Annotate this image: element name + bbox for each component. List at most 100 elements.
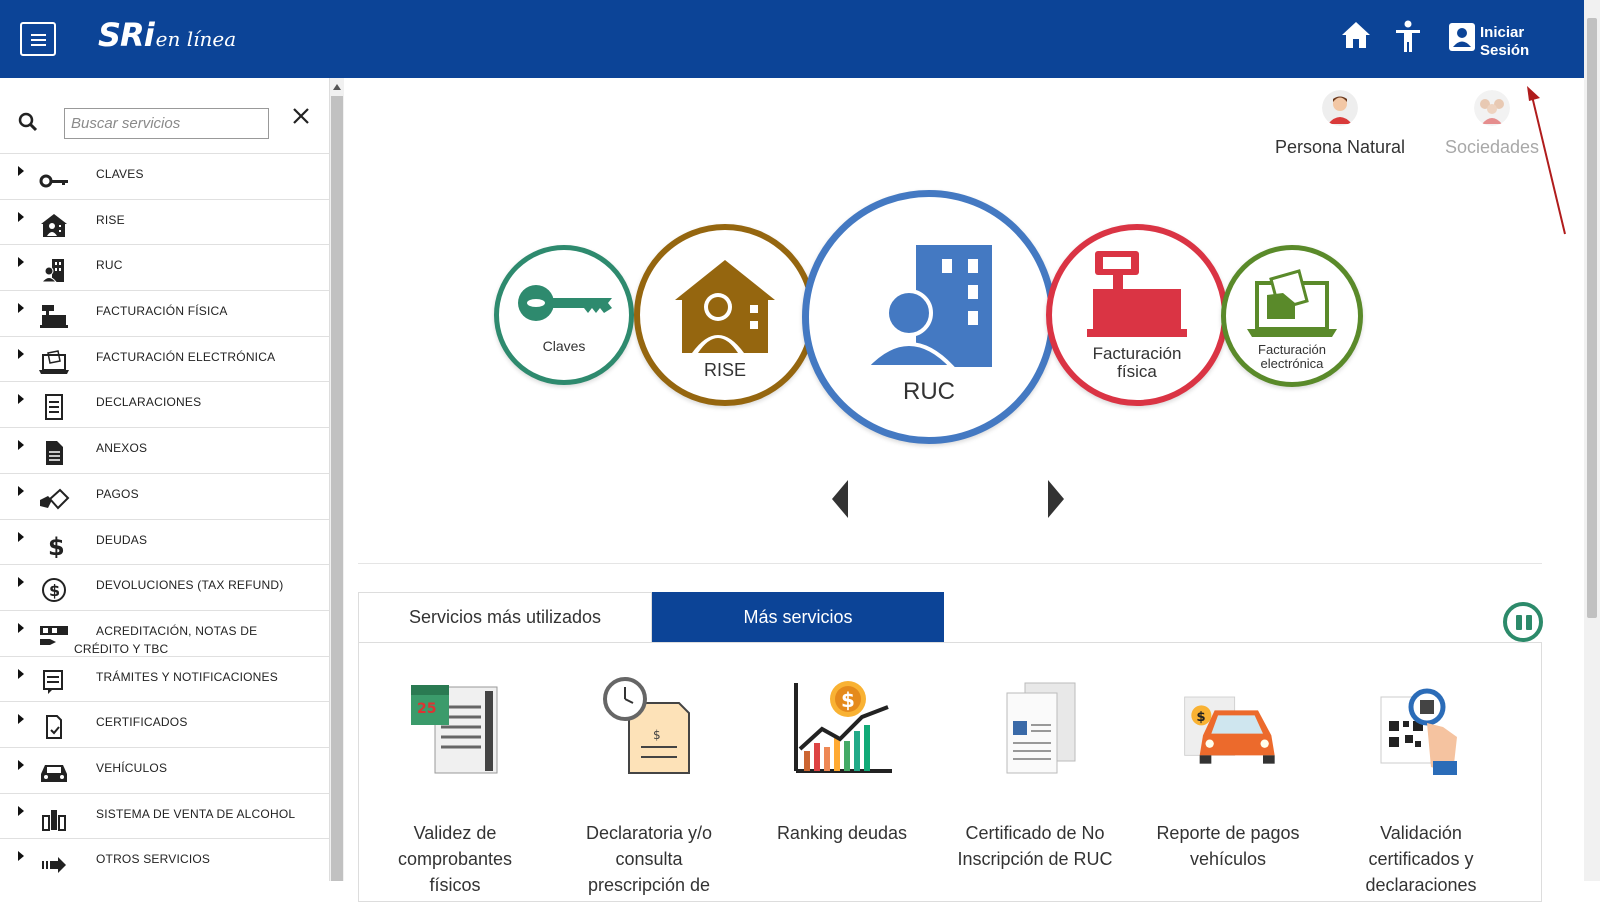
carousel-facturacion-fisica[interactable]: Facturación física xyxy=(1046,224,1228,406)
login-button[interactable]: Iniciar Sesión xyxy=(1480,24,1540,60)
sri-logo[interactable]: SRi en línea xyxy=(98,16,236,54)
carousel-claves[interactable]: Claves xyxy=(494,245,634,385)
service-label: Validación certificados y declaraciones xyxy=(1331,820,1511,898)
service-label-line: Reporte de pagos xyxy=(1156,823,1300,843)
sidebar-item-label: ACREDITACIÓN, NOTAS DE CRÉDITO Y TBC xyxy=(74,623,258,656)
accessibility-icon[interactable] xyxy=(1394,20,1422,54)
service-label-line: Inscripción de RUC xyxy=(957,849,1113,869)
scroll-up-icon[interactable] xyxy=(333,84,341,90)
login-line-1: Iniciar xyxy=(1480,24,1525,41)
sidebar-item-pagos[interactable]: PAGOS xyxy=(0,474,329,520)
house-person-icon xyxy=(41,213,67,237)
carousel-pause-button[interactable] xyxy=(1503,602,1543,642)
svg-text:$: $ xyxy=(841,688,855,712)
service-certificado-no-inscripcion[interactable]: Certificado de No Inscripción de RUC xyxy=(945,643,1125,872)
home-icon[interactable] xyxy=(1340,20,1372,50)
tab-mas-servicios[interactable]: Más servicios xyxy=(652,592,944,642)
sidebar-item-acreditacion[interactable]: ACREDITACIÓN, NOTAS DE CRÉDITO Y TBC xyxy=(0,611,329,657)
search-icon xyxy=(18,112,38,132)
sidebar-item-label: FACTURACIÓN FÍSICA xyxy=(96,304,228,319)
sidebar-scroll-thumb[interactable] xyxy=(331,96,343,881)
carousel-prev-button[interactable] xyxy=(832,480,848,518)
service-label: Declaratoria y/o consulta prescripción d… xyxy=(559,820,739,898)
sidebar-item-ruc[interactable]: RUC xyxy=(0,245,329,292)
caret-right-icon xyxy=(18,348,24,359)
carousel-ruc[interactable]: RUC xyxy=(802,190,1056,444)
service-label: Reporte de pagos vehículos xyxy=(1138,820,1318,872)
logo-sub-text: en línea xyxy=(155,27,237,51)
carousel-fisica-line-1: Facturación xyxy=(1092,344,1182,363)
service-reporte-pagos-vehiculos[interactable]: $ Reporte de pagos vehículos xyxy=(1138,643,1318,872)
dollar-circle-icon: $ xyxy=(42,578,66,603)
caret-right-icon xyxy=(18,440,24,451)
service-declaratoria-prescripcion[interactable]: $ Declaratoria y/o consulta prescripción… xyxy=(559,643,739,898)
pause-icon xyxy=(1526,615,1532,630)
page-scrollbar[interactable] xyxy=(1584,0,1600,881)
carousel-facturacion-electronica[interactable]: Facturación electrónica xyxy=(1221,245,1363,387)
caret-right-icon xyxy=(18,851,24,862)
sidebar-item-label: RUC xyxy=(96,258,123,273)
sidebar-item-certificados[interactable]: CERTIFICADOS xyxy=(0,702,329,748)
sidebar-item-alcohol[interactable]: SISTEMA DE VENTA DE ALCOHOL xyxy=(0,794,329,840)
caret-right-icon xyxy=(18,166,24,176)
sidebar-item-vehiculos[interactable]: VEHÍCULOS xyxy=(0,748,329,794)
login-line-2: Sesión xyxy=(1480,42,1530,59)
notification-doc-icon xyxy=(43,669,63,694)
carousel-next-button[interactable] xyxy=(1048,480,1064,518)
sidebar-item-deudas[interactable]: $ DEUDAS xyxy=(0,520,329,566)
tab-servicios-mas-utilizados[interactable]: Servicios más utilizados xyxy=(358,592,652,642)
service-label: Ranking deudas xyxy=(752,820,932,846)
services-panel: 25 Validez de comprobantes físicos $ Dec… xyxy=(358,642,1542,902)
search-input[interactable] xyxy=(64,108,269,139)
sidebar-search-row xyxy=(0,78,329,154)
carousel-rise[interactable]: RISE xyxy=(634,224,816,406)
caret-right-icon xyxy=(18,211,24,222)
sidebar-scrollbar[interactable] xyxy=(330,78,344,881)
caret-right-icon xyxy=(18,485,24,496)
certificate-document-icon xyxy=(1006,682,1076,774)
hand-money-icon xyxy=(40,625,68,645)
persona-natural-option[interactable]: Persona Natural xyxy=(1264,90,1416,158)
sidebar-item-label: FACTURACIÓN ELECTRÓNICA xyxy=(96,349,276,364)
pause-icon xyxy=(1516,615,1522,630)
hamburger-menu-button[interactable] xyxy=(20,22,56,56)
sidebar-item-claves[interactable]: CLAVES xyxy=(0,154,329,200)
carousel-electronica-label: Facturación electrónica xyxy=(1258,343,1326,371)
svg-text:$: $ xyxy=(653,728,661,742)
service-label-line: prescripción de xyxy=(587,875,711,895)
sidebar-item-label: DEUDAS xyxy=(96,532,148,547)
svg-text:$: $ xyxy=(48,533,65,558)
sidebar-item-tramites[interactable]: TRÁMITES Y NOTIFICACIONES xyxy=(0,657,329,703)
service-label-line: vehículos xyxy=(1189,849,1267,869)
caret-right-icon xyxy=(18,303,24,314)
service-validez-comprobantes[interactable]: 25 Validez de comprobantes físicos xyxy=(365,643,545,898)
sidebar-item-label: OTROS SERVICIOS xyxy=(96,852,211,867)
section-divider xyxy=(358,563,1542,564)
sidebar-item-declaraciones[interactable]: DECLARACIONES xyxy=(0,382,329,429)
page-scroll-thumb[interactable] xyxy=(1587,18,1597,618)
service-validacion-certificados[interactable]: Validación certificados y declaraciones xyxy=(1331,643,1511,898)
sidebar: CLAVES RISE RUC FACTURACIÓN FÍSICA FACTU… xyxy=(0,78,330,881)
service-label-line: Ranking deudas xyxy=(776,823,908,843)
sidebar-item-label: PAGOS xyxy=(96,486,139,501)
user-account-icon[interactable] xyxy=(1448,22,1476,52)
sidebar-item-otros[interactable]: OTROS SERVICIOS xyxy=(0,839,329,881)
sidebar-item-facturacion-electronica[interactable]: FACTURACIÓN ELECTRÓNICA xyxy=(0,337,329,383)
service-label-line: certificados y xyxy=(1368,849,1474,869)
caret-right-icon xyxy=(18,257,24,268)
cash-register-icon xyxy=(1087,251,1187,337)
sidebar-item-label: DEVOLUCIONES (TAX REFUND) xyxy=(96,578,284,593)
document-icon xyxy=(46,441,63,466)
sidebar-item-devoluciones[interactable]: $ DEVOLUCIONES (TAX REFUND) xyxy=(0,565,329,611)
sidebar-item-rise[interactable]: RISE xyxy=(0,200,329,246)
key-icon xyxy=(518,285,612,321)
service-ranking-deudas[interactable]: $ Ranking deudas xyxy=(752,643,932,846)
sidebar-item-label: DECLARACIONES xyxy=(96,395,202,410)
ranking-chart-icon: $ xyxy=(794,681,892,773)
close-icon[interactable] xyxy=(291,106,311,126)
sidebar-item-facturacion-fisica[interactable]: FACTURACIÓN FÍSICA xyxy=(0,291,329,337)
carousel-rise-label: RISE xyxy=(703,360,746,380)
carousel-fisica-line-2: física xyxy=(1117,362,1157,381)
sidebar-item-anexos[interactable]: ANEXOS xyxy=(0,428,329,474)
dollar-icon: $ xyxy=(48,533,65,558)
